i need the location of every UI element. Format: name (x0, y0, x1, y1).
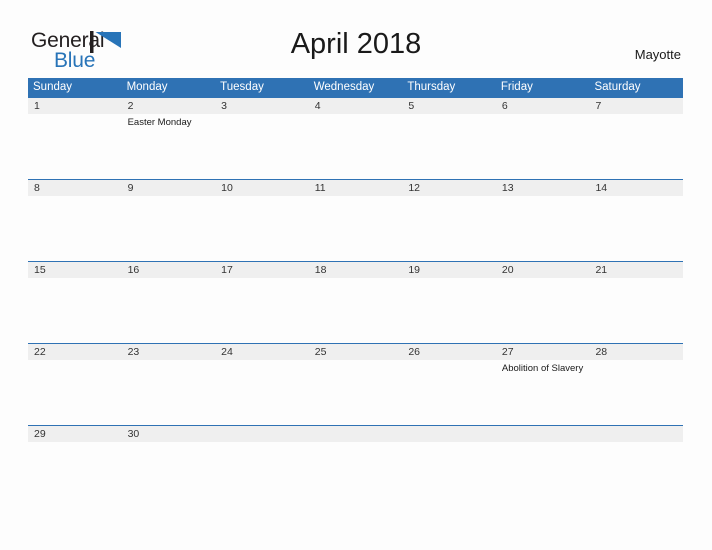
week-event-band: Abolition of Slavery (28, 360, 683, 425)
day-number[interactable]: 1 (28, 98, 122, 114)
weekday-header-sunday: Sunday (33, 81, 73, 93)
day-cell[interactable] (28, 114, 122, 179)
week-event-band (28, 442, 683, 472)
day-number[interactable]: 17 (215, 262, 309, 278)
week-date-band: 1 2 3 4 5 6 7 (28, 98, 683, 114)
day-number[interactable]: 13 (496, 180, 590, 196)
calendar-week-row: 1 2 3 4 5 6 7 Easter Monday (28, 97, 683, 179)
day-number (309, 426, 403, 442)
weekday-header-saturday: Saturday (594, 81, 641, 93)
day-number[interactable]: 4 (309, 98, 403, 114)
day-cell[interactable] (122, 360, 216, 425)
day-number[interactable]: 3 (215, 98, 309, 114)
day-number[interactable]: 21 (589, 262, 683, 278)
day-cell[interactable] (122, 442, 216, 472)
weekday-header-tuesday: Tuesday (220, 81, 264, 93)
week-date-band: 8 9 10 11 12 13 14 (28, 180, 683, 196)
day-cell[interactable] (402, 114, 496, 179)
day-number[interactable]: 27 (496, 344, 590, 360)
page-header: General Blue April 2018 Mayotte (0, 0, 712, 76)
day-cell[interactable] (309, 360, 403, 425)
day-event-label: Easter Monday (127, 117, 192, 128)
day-cell[interactable] (496, 278, 590, 343)
day-number[interactable]: 26 (402, 344, 496, 360)
day-cell (402, 442, 496, 472)
day-cell[interactable] (402, 278, 496, 343)
day-cell[interactable] (215, 360, 309, 425)
day-number[interactable]: 15 (28, 262, 122, 278)
day-cell[interactable]: Abolition of Slavery (496, 360, 590, 425)
day-cell[interactable] (309, 278, 403, 343)
day-cell (496, 442, 590, 472)
day-cell[interactable] (309, 196, 403, 261)
day-cell[interactable] (122, 196, 216, 261)
day-number[interactable]: 25 (309, 344, 403, 360)
page-title: April 2018 (290, 28, 422, 60)
day-cell (589, 442, 683, 472)
day-cell[interactable] (215, 114, 309, 179)
week-event-band (28, 196, 683, 261)
day-number (589, 426, 683, 442)
day-number[interactable]: 10 (215, 180, 309, 196)
weekday-header-monday: Monday (126, 81, 168, 93)
day-number[interactable]: 2 (122, 98, 216, 114)
day-cell[interactable] (215, 196, 309, 261)
day-cell[interactable] (589, 360, 683, 425)
day-cell[interactable] (589, 278, 683, 343)
calendar-grid: Sunday Monday Tuesday Wednesday Thursday… (28, 78, 683, 472)
day-number[interactable]: 9 (122, 180, 216, 196)
day-number[interactable]: 23 (122, 344, 216, 360)
day-cell[interactable] (28, 360, 122, 425)
day-number[interactable]: 22 (28, 344, 122, 360)
day-number (215, 426, 309, 442)
day-number[interactable]: 5 (402, 98, 496, 114)
day-number[interactable]: 8 (28, 180, 122, 196)
day-cell[interactable] (589, 196, 683, 261)
day-cell[interactable] (402, 360, 496, 425)
day-cell[interactable] (215, 278, 309, 343)
week-event-band (28, 278, 683, 343)
calendar-week-row: 29 30 (28, 425, 683, 472)
weekday-header-friday: Friday (500, 81, 533, 93)
day-cell[interactable] (122, 278, 216, 343)
weekday-header-row: Sunday Monday Tuesday Wednesday Thursday… (28, 78, 683, 97)
calendar-week-row: 15 16 17 18 19 20 21 (28, 261, 683, 343)
day-cell (309, 442, 403, 472)
location-label: Mayotte (634, 47, 681, 62)
day-cell[interactable] (496, 196, 590, 261)
weekday-header-thursday: Thursday (407, 81, 456, 93)
weekday-header-wednesday: Wednesday (313, 81, 375, 93)
day-cell[interactable] (589, 114, 683, 179)
day-number[interactable]: 16 (122, 262, 216, 278)
day-cell[interactable] (402, 196, 496, 261)
day-cell[interactable] (309, 114, 403, 179)
day-number[interactable]: 18 (309, 262, 403, 278)
day-number[interactable]: 11 (309, 180, 403, 196)
day-number[interactable]: 6 (496, 98, 590, 114)
day-number (496, 426, 590, 442)
day-cell[interactable] (496, 114, 590, 179)
day-number (402, 426, 496, 442)
day-cell[interactable] (28, 442, 122, 472)
day-number[interactable]: 30 (122, 426, 216, 442)
day-cell[interactable] (28, 196, 122, 261)
day-cell (215, 442, 309, 472)
day-number[interactable]: 28 (589, 344, 683, 360)
day-cell[interactable] (28, 278, 122, 343)
week-event-band: Easter Monday (28, 114, 683, 179)
calendar-week-row: 8 9 10 11 12 13 14 (28, 179, 683, 261)
calendar-week-row: 22 23 24 25 26 27 28 Abolition of Slaver… (28, 343, 683, 425)
day-number[interactable]: 14 (589, 180, 683, 196)
week-date-band: 29 30 (28, 426, 683, 442)
day-number[interactable]: 29 (28, 426, 122, 442)
day-number[interactable]: 19 (402, 262, 496, 278)
day-number[interactable]: 12 (402, 180, 496, 196)
day-number[interactable]: 24 (215, 344, 309, 360)
week-date-band: 15 16 17 18 19 20 21 (28, 262, 683, 278)
day-cell[interactable]: Easter Monday (122, 114, 216, 179)
day-number[interactable]: 20 (496, 262, 590, 278)
day-number[interactable]: 7 (589, 98, 683, 114)
week-date-band: 22 23 24 25 26 27 28 (28, 344, 683, 360)
day-event-label: Abolition of Slavery (501, 363, 584, 374)
